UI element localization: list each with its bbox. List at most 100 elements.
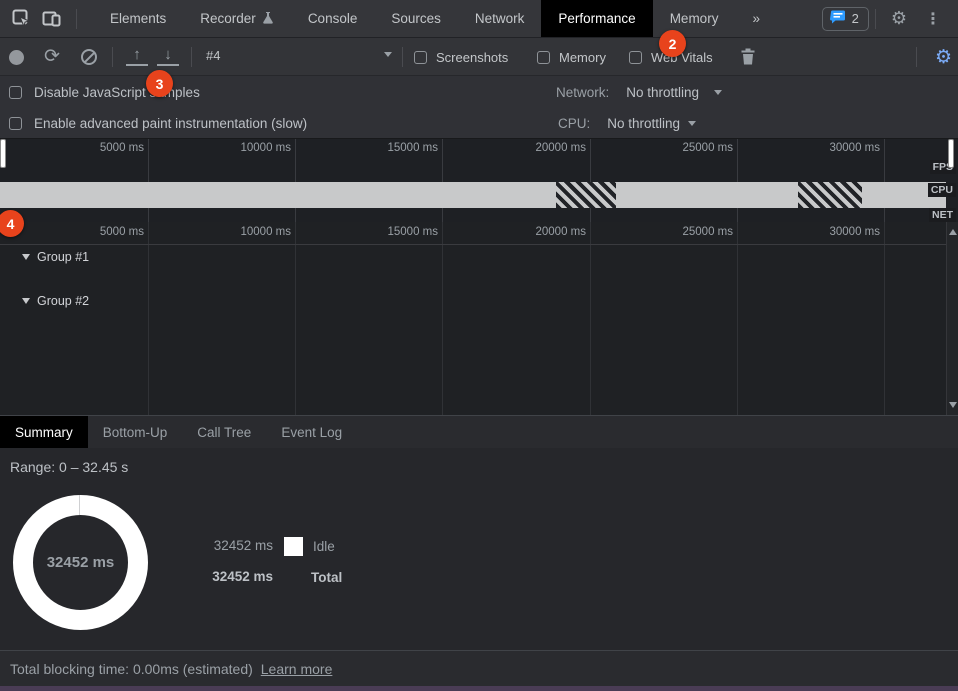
cpu-hatched-region bbox=[556, 182, 616, 208]
tick-label: 25000 ms bbox=[661, 226, 733, 238]
capture-options-row-2: Enable advanced paint instrumentation (s… bbox=[0, 107, 958, 139]
expander-triangle-icon bbox=[22, 298, 30, 304]
advanced-paint-checkbox[interactable] bbox=[9, 117, 22, 130]
record-button[interactable] bbox=[9, 50, 24, 65]
tab-console[interactable]: Console bbox=[291, 0, 375, 37]
more-tabs-button[interactable]: » bbox=[735, 0, 777, 37]
divider bbox=[112, 47, 113, 67]
tick-label: 25000 ms bbox=[661, 142, 733, 154]
annotation-badge-2: 2 bbox=[659, 30, 686, 57]
tick-label: 30000 ms bbox=[808, 142, 880, 154]
gridline bbox=[737, 222, 738, 415]
divider bbox=[191, 47, 192, 67]
tab-bar-right-controls: 2 ⚙ ⋮ bbox=[822, 0, 958, 37]
overview-right-handle[interactable] bbox=[948, 139, 954, 168]
cpu-throttling-select[interactable]: CPU: No throttling bbox=[558, 116, 696, 131]
screenshots-checkbox-row: Screenshots bbox=[414, 50, 508, 65]
web-vitals-checkbox[interactable] bbox=[629, 51, 642, 64]
menu-dots-icon[interactable]: ⋮ bbox=[916, 9, 950, 29]
tick-label: 5000 ms bbox=[72, 226, 144, 238]
gridline bbox=[884, 139, 885, 222]
trash-icon[interactable] bbox=[741, 48, 755, 70]
issues-chat-button[interactable]: 2 bbox=[822, 7, 869, 31]
network-throttling-select[interactable]: Network: No throttling bbox=[556, 85, 722, 100]
gridline bbox=[148, 222, 149, 415]
gridline bbox=[590, 139, 591, 222]
chat-count: 2 bbox=[852, 11, 859, 26]
details-tab-bar: Summary Bottom-Up Call Tree Event Log bbox=[0, 415, 958, 448]
tick-label: 10000 ms bbox=[219, 142, 291, 154]
memory-checkbox-row: Memory bbox=[537, 50, 606, 65]
tick-label: 20000 ms bbox=[514, 226, 586, 238]
tick-label: 20000 ms bbox=[514, 142, 586, 154]
legend-total-label: Total bbox=[311, 570, 342, 585]
history-select[interactable]: #4 bbox=[206, 48, 398, 63]
tab-summary[interactable]: Summary bbox=[0, 416, 88, 448]
flame-chart[interactable]: 5000 ms 10000 ms 15000 ms 20000 ms 25000… bbox=[0, 222, 958, 415]
memory-checkbox[interactable] bbox=[537, 51, 550, 64]
legend-idle-swatch bbox=[284, 537, 303, 556]
dropdown-caret-icon bbox=[384, 52, 392, 57]
range-text: Range: 0 – 32.45 s bbox=[10, 459, 128, 475]
disable-js-samples-checkbox[interactable] bbox=[9, 86, 22, 99]
gridline bbox=[442, 222, 443, 415]
tab-network[interactable]: Network bbox=[458, 0, 542, 37]
tick-label: 5000 ms bbox=[72, 142, 144, 154]
tick-label: 15000 ms bbox=[366, 142, 438, 154]
timeline-overview[interactable]: 5000 ms 10000 ms 15000 ms 20000 ms 25000… bbox=[0, 139, 958, 222]
gridline bbox=[442, 139, 443, 222]
tab-bottom-up[interactable]: Bottom-Up bbox=[88, 416, 183, 448]
tab-call-tree[interactable]: Call Tree bbox=[182, 416, 266, 448]
flame-ruler: 5000 ms 10000 ms 15000 ms 20000 ms 25000… bbox=[0, 222, 946, 245]
tick-label: 15000 ms bbox=[366, 226, 438, 238]
divider bbox=[402, 47, 403, 67]
devtools-window: Elements Recorder Console Sources Networ… bbox=[0, 0, 958, 691]
group-2-header[interactable]: Group #2 bbox=[22, 294, 89, 308]
gridline bbox=[295, 139, 296, 222]
tab-bar-icons bbox=[0, 0, 93, 37]
chat-bubble-icon bbox=[830, 10, 846, 28]
tick-label: 30000 ms bbox=[808, 226, 880, 238]
tab-performance[interactable]: Performance bbox=[541, 0, 652, 37]
tab-elements[interactable]: Elements bbox=[93, 0, 183, 37]
advanced-paint-row: Enable advanced paint instrumentation (s… bbox=[9, 116, 307, 131]
tab-sources[interactable]: Sources bbox=[374, 0, 458, 37]
flask-experiment-icon bbox=[262, 11, 274, 27]
learn-more-link[interactable]: Learn more bbox=[261, 661, 333, 677]
inspect-element-icon[interactable] bbox=[10, 8, 32, 30]
tick-label: 10000 ms bbox=[219, 226, 291, 238]
donut-center-label: 32452 ms bbox=[13, 495, 148, 630]
total-blocking-time-footer: Total blocking time: 0.00ms (estimated) … bbox=[0, 650, 958, 686]
cpu-lane-label: CPU bbox=[928, 183, 956, 197]
overview-left-handle[interactable] bbox=[0, 139, 6, 168]
clear-recording-icon[interactable] bbox=[81, 49, 97, 65]
tab-event-log[interactable]: Event Log bbox=[266, 416, 357, 448]
load-profile-icon[interactable]: ↑ bbox=[126, 46, 148, 66]
device-toolbar-icon[interactable] bbox=[40, 8, 62, 30]
devtools-tab-bar: Elements Recorder Console Sources Networ… bbox=[0, 0, 958, 38]
overflow-chevrons-icon: » bbox=[752, 11, 760, 26]
gridline bbox=[737, 139, 738, 222]
capture-options-row-1: Disable JavaScript samples Network: No t… bbox=[0, 76, 958, 107]
scroll-down-icon[interactable] bbox=[949, 402, 957, 408]
legend-idle-value: 32452 ms bbox=[203, 538, 273, 553]
annotation-badge-3: 3 bbox=[146, 70, 173, 97]
screenshots-checkbox[interactable] bbox=[414, 51, 427, 64]
vertical-scrollbar[interactable] bbox=[946, 222, 958, 415]
gridline bbox=[148, 139, 149, 222]
gridline bbox=[884, 222, 885, 415]
total-blocking-time-text: Total blocking time: 0.00ms (estimated) bbox=[10, 661, 253, 677]
summary-panel: Range: 0 – 32.45 s 32452 ms 32452 ms Idl… bbox=[0, 448, 958, 650]
net-lane-label: NET bbox=[929, 208, 956, 222]
group-1-header[interactable]: Group #1 bbox=[22, 250, 89, 264]
save-profile-icon[interactable]: ↓ bbox=[157, 46, 179, 66]
tab-recorder[interactable]: Recorder bbox=[183, 0, 291, 37]
scroll-up-icon[interactable] bbox=[949, 229, 957, 235]
capture-settings-gear-icon[interactable]: ⚙ bbox=[926, 46, 958, 69]
settings-gear-icon[interactable]: ⚙ bbox=[882, 8, 916, 29]
cpu-hatched-region bbox=[798, 182, 862, 208]
reload-and-record-icon[interactable]: ⟳ bbox=[44, 45, 60, 68]
legend-idle-label: Idle bbox=[313, 539, 335, 554]
divider bbox=[916, 47, 917, 67]
dropdown-caret-icon bbox=[688, 121, 696, 126]
